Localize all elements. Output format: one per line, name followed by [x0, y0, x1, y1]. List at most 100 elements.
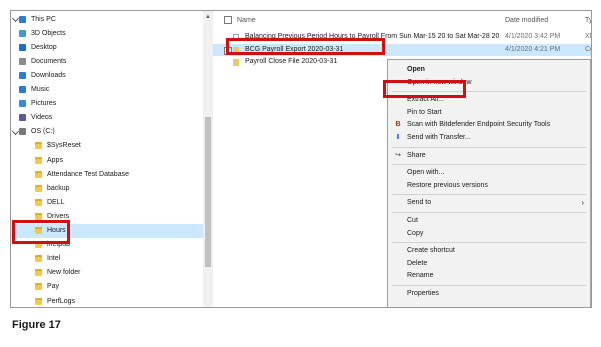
- navigation-scrollbar[interactable]: ▲: [203, 11, 213, 307]
- nav-item[interactable]: Videos: [11, 111, 211, 125]
- nav-item-label: Hours: [47, 227, 66, 234]
- menu-separator: [392, 91, 586, 93]
- file-type: Co: [585, 46, 591, 53]
- column-header-type[interactable]: Typ: [585, 14, 591, 26]
- menu-item-open-with[interactable]: Open with...: [388, 167, 590, 179]
- nav-item[interactable]: Documents: [11, 54, 211, 68]
- nav-item[interactable]: Drivers: [11, 209, 227, 223]
- menu-item-label: Share: [407, 151, 426, 159]
- menu-separator: [392, 212, 586, 213]
- nav-item[interactable]: This PC: [11, 12, 211, 26]
- menu-item-restore-previous-versions[interactable]: Restore previous versions: [388, 180, 590, 192]
- nav-item[interactable]: $SysReset: [11, 139, 227, 153]
- menu-item-extract-all[interactable]: Extract All...: [388, 94, 590, 106]
- menu-item-label: Extract All...: [407, 96, 444, 104]
- folder-icon: [35, 212, 42, 220]
- menu-item-scan-with-bitdefender-endpoint-security-tools[interactable]: B Scan with Bitdefender Endpoint Security…: [388, 119, 590, 131]
- nav-item[interactable]: Downloads: [11, 68, 211, 82]
- nav-item[interactable]: Desktop: [11, 40, 211, 54]
- file-row[interactable]: Balancing Previous Period Hours to Payro…: [213, 31, 591, 43]
- nav-item[interactable]: Pictures: [11, 97, 211, 111]
- zip-folder-icon: [233, 59, 239, 66]
- expand-chevron-icon[interactable]: [11, 127, 20, 135]
- scroll-up-arrow-icon[interactable]: ▲: [205, 14, 211, 20]
- menu-item-send-with-transfer[interactable]: ⬇ Send with Transfer...: [388, 132, 590, 144]
- file-row[interactable]: BCG Payroll Export 2020-03-31 4/1/2020 4:…: [213, 44, 591, 56]
- scrollbar-thumb[interactable]: [205, 117, 211, 267]
- desktop-icon: [19, 43, 26, 51]
- nav-item[interactable]: Hours: [11, 223, 227, 238]
- folder-icon: [35, 170, 42, 178]
- column-header-name[interactable]: Name: [237, 14, 256, 26]
- cube-icon: [19, 29, 26, 37]
- nav-item-label: Videos: [31, 114, 53, 122]
- menu-item-pin-to-start[interactable]: Pin to Start: [388, 107, 590, 119]
- nav-item-label: OS (C:): [31, 128, 55, 136]
- menu-item-share[interactable]: ↪ Share: [388, 150, 590, 162]
- menu-item-delete[interactable]: Delete: [388, 258, 590, 270]
- videos-icon: [19, 114, 26, 122]
- menu-item-label: Properties: [407, 290, 439, 297]
- nav-item-label: Intel: [47, 255, 61, 263]
- expand-chevron-icon[interactable]: [11, 14, 20, 23]
- menu-item-label: Restore previous versions: [407, 181, 488, 189]
- nav-item-label: Apps: [47, 156, 63, 164]
- nav-item-label: New folder: [47, 269, 81, 277]
- folder-icon: [35, 283, 42, 291]
- nav-item[interactable]: Intel: [11, 252, 227, 266]
- folder-icon: [35, 156, 42, 164]
- row-checkbox[interactable]: [224, 47, 232, 55]
- menu-item-send-to[interactable]: Send to ›: [388, 197, 590, 209]
- select-all-checkbox[interactable]: [224, 14, 232, 26]
- nav-item[interactable]: inetpub: [11, 238, 227, 252]
- file-date: 4/1/2020 3:42 PM: [505, 33, 561, 40]
- nav-item[interactable]: New folder: [11, 266, 227, 280]
- nav-item[interactable]: Music: [11, 83, 211, 97]
- nav-item-label: Attendance Test Database: [47, 170, 129, 178]
- folder-icon: [35, 255, 42, 263]
- monitor-icon: [19, 15, 26, 23]
- menu-item-copy[interactable]: Copy: [388, 228, 590, 240]
- menu-item-label: Send with Transfer...: [407, 134, 471, 141]
- menu-item-label: Open: [407, 66, 425, 73]
- nav-item[interactable]: Pay: [11, 280, 227, 294]
- folder-icon: [35, 198, 42, 206]
- bitdefender-icon: B: [395, 121, 401, 129]
- nav-item-label: DELL: [47, 198, 65, 206]
- folder-icon: [35, 241, 42, 249]
- navigation-pane: This PC 3D Objects Desktop Documents Downloa…: [11, 11, 227, 307]
- drive-icon: [19, 128, 26, 136]
- document-icon: [233, 34, 239, 41]
- nav-item[interactable]: Apps: [11, 153, 227, 167]
- nav-item-label: Documents: [31, 57, 67, 65]
- menu-separator: [392, 242, 586, 244]
- nav-item-label: backup: [47, 184, 70, 192]
- file-name: BCG Payroll Export 2020-03-31: [245, 46, 344, 53]
- nav-item-label: inetpub: [47, 241, 70, 249]
- nav-item[interactable]: backup: [11, 181, 227, 195]
- zip-folder-icon: [233, 47, 239, 54]
- nav-item-label: This PC: [31, 15, 56, 23]
- column-header-date-modified[interactable]: Date modified: [505, 14, 548, 26]
- nav-item[interactable]: PerfLogs: [11, 294, 227, 307]
- context-menu: Open Open in new window Extract All... Pin …: [387, 59, 591, 307]
- file-explorer-screenshot: This PC 3D Objects Desktop Documents Downloa…: [10, 10, 592, 308]
- menu-item-label: Open with...: [407, 169, 445, 177]
- menu-item-open-in-new-window[interactable]: Open in new window: [388, 77, 590, 89]
- nav-item[interactable]: DELL: [11, 195, 227, 209]
- menu-item-label: Send to: [407, 199, 432, 207]
- menu-item-label: Pin to Start: [407, 108, 442, 116]
- menu-item-label: Cut: [407, 217, 418, 224]
- nav-item[interactable]: 3D Objects: [11, 26, 211, 40]
- menu-item-properties[interactable]: Properties: [388, 288, 590, 300]
- menu-item-create-shortcut[interactable]: Create shortcut: [388, 245, 590, 257]
- menu-item-rename[interactable]: Rename: [388, 270, 590, 282]
- menu-item-cut[interactable]: Cut: [388, 215, 590, 227]
- menu-item-open[interactable]: Open: [388, 64, 590, 76]
- nav-item[interactable]: OS (C:): [11, 125, 211, 139]
- menu-separator: [392, 164, 586, 166]
- menu-separator: [392, 194, 586, 196]
- nav-item[interactable]: Attendance Test Database: [11, 167, 227, 181]
- file-name: Balancing Previous Period Hours to Payro…: [245, 33, 500, 40]
- menu-item-label: Delete: [407, 259, 428, 267]
